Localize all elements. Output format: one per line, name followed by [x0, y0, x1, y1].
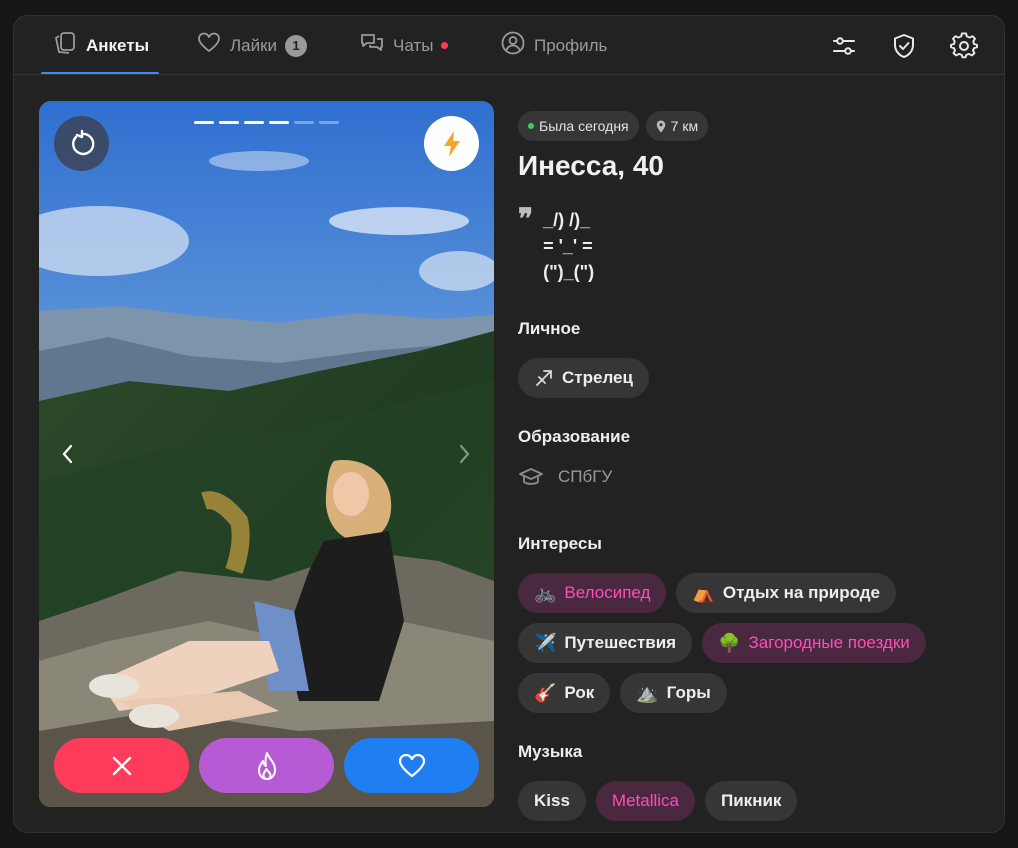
progress-segment: [244, 121, 264, 124]
chip-label: Kiss: [534, 791, 570, 810]
airplane-icon: ✈️: [534, 632, 557, 653]
chevron-right-icon: [459, 444, 470, 464]
photo-progress-indicator: [194, 121, 339, 124]
distance-text: 7 км: [670, 118, 699, 134]
chip-label: Загородные поездки: [748, 633, 910, 652]
undo-button[interactable]: [54, 116, 109, 171]
sliders-icon[interactable]: [829, 31, 859, 61]
interests-row-3: 🎸 Рок ⛰️ Горы: [518, 673, 727, 713]
chip-interest[interactable]: 🚲 Велосипед: [518, 573, 667, 613]
online-dot: [528, 123, 534, 129]
music-chips: Kiss Metallica Пикник: [518, 781, 798, 821]
bio-text: _/) /)_ = '_' = (")_("): [543, 210, 595, 282]
progress-segment: [219, 121, 239, 124]
status-text: Была сегодня: [539, 118, 629, 134]
progress-segment: [269, 121, 289, 124]
sagittarius-icon: [536, 370, 552, 386]
lightning-icon: [443, 130, 460, 157]
distance-badge: 7 км: [645, 111, 709, 141]
chip-music[interactable]: Kiss: [518, 781, 586, 821]
chat-bubbles-icon: [359, 30, 385, 61]
next-photo-button[interactable]: [453, 439, 477, 469]
bio: ❞ _/) /)_ = '_' = (")_("): [518, 202, 595, 285]
boost-button[interactable]: [424, 116, 479, 171]
chip-interest[interactable]: ⛰️ Горы: [620, 673, 727, 713]
interests-row-1: 🚲 Велосипед ⛺ Отдых на природе: [518, 573, 896, 613]
dislike-button[interactable]: [54, 738, 189, 793]
profile-meta: Была сегодня 7 км: [518, 111, 709, 141]
chip-label: Велосипед: [564, 583, 651, 602]
profile-photo[interactable]: [39, 101, 494, 807]
tab-likes[interactable]: Лайки 1: [196, 16, 308, 75]
chip-interest[interactable]: 🎸 Рок: [518, 673, 611, 713]
tent-icon: ⛺: [692, 582, 715, 603]
progress-segment: [319, 121, 339, 124]
likes-count-badge: 1: [285, 34, 308, 57]
chip-interest[interactable]: 🌳 Загородные поездки: [702, 623, 926, 663]
tab-label: Чаты: [393, 35, 434, 55]
section-title-interests: Интересы: [518, 534, 602, 553]
education-item: СПбГУ: [518, 466, 612, 488]
personal-chips: Стрелец: [518, 358, 649, 398]
chip-label: Стрелец: [562, 368, 633, 387]
tab-label: Лайки: [230, 35, 278, 55]
mountain-icon: ⛰️: [636, 682, 659, 703]
active-tab-indicator: [41, 72, 159, 74]
heart-outline-icon: [196, 30, 222, 61]
close-icon: [112, 756, 131, 775]
chevron-left-icon: [62, 444, 73, 464]
chip-label: Пикник: [721, 791, 782, 810]
tab-label: Профиль: [534, 35, 608, 55]
chip-label: Отдых на природе: [722, 583, 880, 602]
previous-photo-button[interactable]: [55, 439, 79, 469]
profile-name-age: Инесса, 40: [518, 150, 665, 181]
like-button[interactable]: [344, 738, 479, 793]
chip-label: Путешествия: [564, 633, 677, 652]
section-title-education: Образование: [518, 427, 631, 446]
photo-image: [39, 101, 494, 807]
online-status-badge: Была сегодня: [518, 111, 639, 141]
education-value: СПбГУ: [558, 467, 613, 486]
chip-label: Metallica: [611, 791, 680, 810]
unread-dot: [441, 42, 449, 49]
quote-icon: ❞: [518, 202, 534, 235]
tab-label: Анкеты: [86, 35, 150, 55]
gear-icon[interactable]: [949, 31, 979, 61]
interests-row-2: ✈️ Путешествия 🌳 Загородные поездки: [518, 623, 926, 663]
undo-icon: [71, 129, 94, 155]
chip-zodiac[interactable]: Стрелец: [518, 358, 649, 398]
chip-music[interactable]: Metallica: [595, 781, 696, 821]
progress-segment: [194, 121, 214, 124]
tab-chats[interactable]: Чаты: [359, 16, 449, 75]
progress-segment: [294, 121, 314, 124]
tab-ankety[interactable]: Анкеты: [52, 16, 149, 75]
location-pin-icon: [656, 120, 665, 132]
guitar-icon: 🎸: [534, 682, 557, 703]
graduation-cap-icon: [519, 468, 543, 485]
superlike-button[interactable]: [199, 738, 334, 793]
bicycle-icon: 🚲: [534, 582, 557, 603]
cards-icon: [52, 30, 78, 61]
user-circle-icon: [500, 30, 526, 61]
section-title-music: Музыка: [518, 742, 583, 761]
chip-interest[interactable]: ✈️ Путешествия: [518, 623, 693, 663]
tree-icon: 🌳: [718, 632, 741, 653]
section-title-personal: Личное: [518, 319, 581, 338]
tab-profile[interactable]: Профиль: [500, 16, 607, 75]
heart-icon: [398, 753, 425, 777]
shield-check-icon[interactable]: [889, 31, 919, 61]
chip-label: Горы: [666, 683, 711, 702]
app-window: Анкеты Лайки 1 Чаты Профиль Была сегодня…: [13, 15, 1005, 833]
chip-interest[interactable]: ⛺ Отдых на природе: [676, 573, 896, 613]
chip-music[interactable]: Пикник: [705, 781, 798, 821]
flame-icon: [257, 751, 276, 780]
top-nav-bar: Анкеты Лайки 1 Чаты Профиль: [14, 16, 1004, 75]
chip-label: Рок: [564, 683, 595, 702]
